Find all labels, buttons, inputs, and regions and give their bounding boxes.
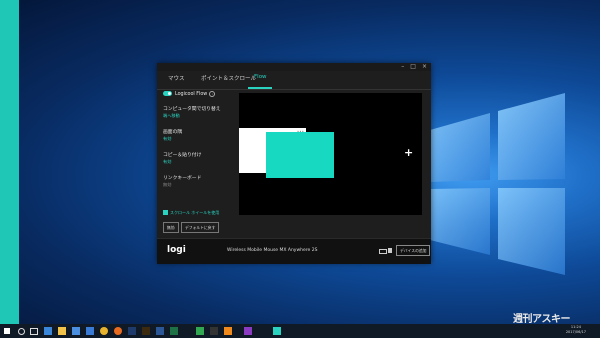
search-icon[interactable] [18,328,25,335]
disable-button[interactable]: 無効 [163,222,179,233]
restore-defaults-button[interactable]: デフォルトに戻す [181,222,220,233]
screen-arrangement-area[interactable]: ••• + [239,93,422,215]
watermark-logo: 週刊アスキー [513,314,571,325]
task-view-icon[interactable] [30,328,38,335]
battery-icon [379,249,387,254]
setting-switch-computers[interactable]: コンピュータ間で切り替え 端へ移動 [163,105,221,119]
chrome-icon[interactable] [100,327,108,335]
receiver-icon [388,248,392,253]
checkbox-label: スクロール ホイールを使用 [170,210,220,215]
maps-icon[interactable] [196,327,204,335]
start-icon[interactable] [4,328,10,334]
active-tab-indicator [248,87,272,89]
logi-options-icon[interactable] [273,327,281,335]
add-device-button[interactable]: デバイスの追加 [396,245,431,256]
setting-value[interactable]: 有効 [163,136,182,142]
terminal-icon[interactable] [210,327,218,335]
tab-point-scroll[interactable]: ポイント＆スクロール [201,74,256,82]
setting-value[interactable]: 端へ移動 [163,113,221,119]
close-icon[interactable]: × [422,63,427,71]
logicool-options-window: – □ × マウス ポイント＆スクロール Flow Logicool Flow i… [157,63,431,264]
taskbar: 11:24 2017/06/17 [0,324,600,338]
clock-date: 2017/06/17 [565,330,586,334]
flow-toggle-label: Logicool Flow i [175,91,216,97]
computer-screen-2[interactable] [266,132,334,178]
device-footer: logi Wireless Mobile Mouse MX Anywhere 2… [157,238,431,264]
explorer-icon[interactable] [58,327,66,335]
photoshop-icon[interactable] [128,327,136,335]
maximize-icon[interactable]: □ [410,63,416,71]
setting-label: コンピュータ間で切り替え [163,107,221,112]
scroll-wheel-checkbox[interactable] [163,210,168,215]
word-icon[interactable] [156,327,164,335]
excel-icon[interactable] [170,327,178,335]
side-accent-strip [0,0,19,324]
logi-logo: logi [167,245,186,255]
firefox-icon[interactable] [114,327,122,335]
tab-mouse[interactable]: マウス [168,74,185,82]
setting-copy-paste[interactable]: コピー＆貼り付け 有効 [163,151,201,165]
setting-value[interactable]: 無効 [163,182,201,188]
setting-label: コピー＆貼り付け [163,153,202,158]
mail-icon[interactable] [86,327,94,335]
illustrator-icon[interactable] [142,327,150,335]
flow-toggle[interactable] [163,91,172,96]
media-icon[interactable] [244,327,252,335]
title-bar[interactable]: – □ × [157,63,431,71]
clock[interactable]: 11:24 2017/06/17 [566,325,586,335]
tab-flow[interactable]: Flow [254,74,267,80]
add-computer-icon[interactable]: + [404,146,413,159]
device-name: Wireless Mobile Mouse MX Anywhere 2S [227,248,318,253]
vlc-icon[interactable] [224,327,232,335]
minimize-icon[interactable]: – [401,63,404,71]
setting-label: リンクキーボード [163,176,202,181]
setting-link-keyboard[interactable]: リンクキーボード 無効 [163,174,201,188]
tab-bar: マウス ポイント＆スクロール Flow [157,71,431,90]
windows-logo-icon [430,93,565,275]
setting-value[interactable]: 有効 [163,159,201,165]
info-icon[interactable]: i [209,91,216,97]
setting-label: 画面の隅 [163,130,183,135]
edge-icon[interactable] [44,327,52,335]
flow-toggle-text: Logicool Flow [175,92,208,97]
store-icon[interactable] [72,327,80,335]
setting-screen-corner[interactable]: 画面の隅 有効 [163,128,182,142]
